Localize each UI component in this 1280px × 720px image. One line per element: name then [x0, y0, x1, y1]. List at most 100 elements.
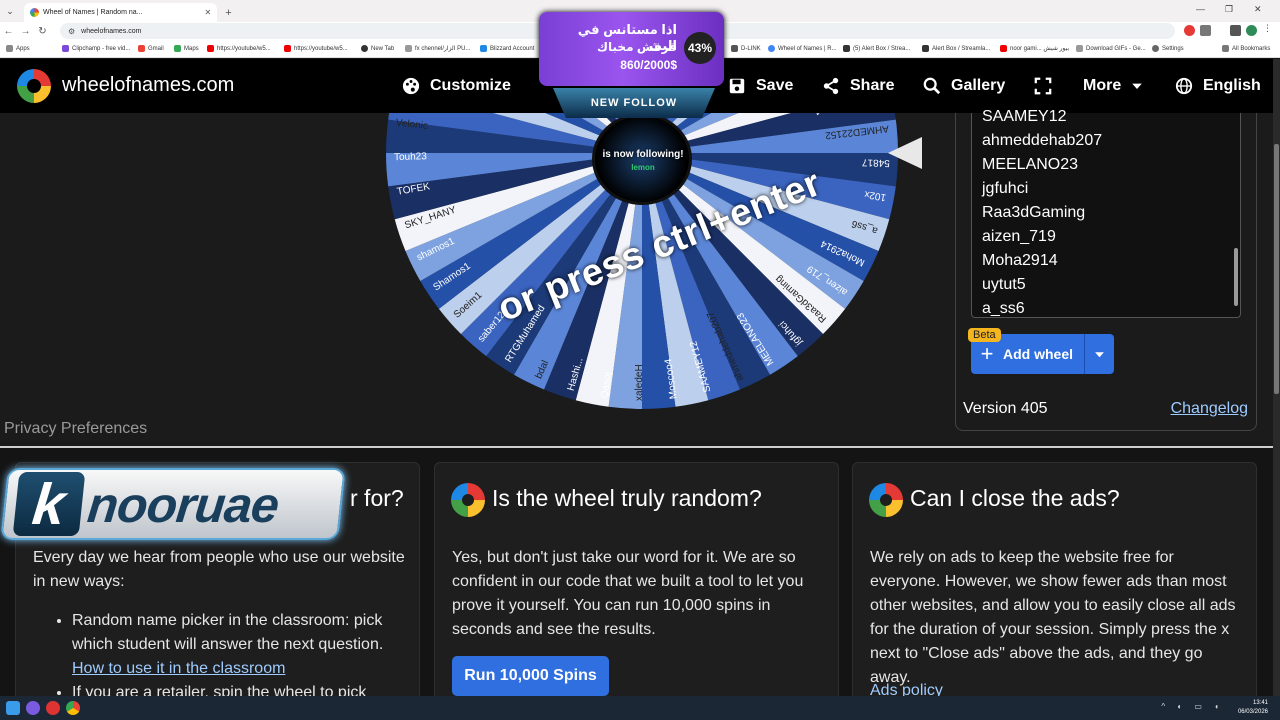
bookmark-all[interactable]: All Bookmarks: [1222, 45, 1270, 52]
page-scrollbar[interactable]: [1273, 59, 1280, 696]
bookmark-youtube-1[interactable]: https://youtube/w5...: [207, 45, 271, 52]
changelog-link[interactable]: Changelog: [1171, 400, 1248, 418]
minimize-icon[interactable]: —: [1196, 4, 1205, 14]
entry-name[interactable]: SAAMEY12: [982, 105, 1240, 129]
classroom-link[interactable]: How to use it in the classroom: [72, 660, 285, 677]
wheel-favicon-icon: [768, 45, 775, 52]
bookmark-apps[interactable]: Apps: [6, 45, 30, 52]
entry-name[interactable]: jgfuhci: [982, 177, 1240, 201]
screen: ⌄ Wheel of Names | Random na... ✕ + — ❐ …: [0, 0, 1280, 720]
page-scrollbar-thumb[interactable]: [1274, 144, 1279, 394]
close-window-icon[interactable]: ✕: [1254, 4, 1262, 15]
app-icon[interactable]: [46, 701, 60, 715]
bookmark-gifs[interactable]: Download GIFs - Ge...: [1076, 45, 1146, 52]
maximize-icon[interactable]: ❐: [1225, 4, 1233, 15]
youtube-icon: [1000, 45, 1007, 52]
share-icon: [823, 77, 839, 95]
entry-name[interactable]: Moha2914: [982, 249, 1240, 273]
gallery-button[interactable]: Gallery: [923, 75, 1005, 97]
wheel-logo-icon[interactable]: [17, 69, 51, 103]
reload-icon[interactable]: ↻: [34, 26, 51, 37]
bookmark-wheel-of-names[interactable]: Wheel of Names | R...: [768, 45, 837, 52]
bookmark-clipchamp[interactable]: Clipchamp - free vid...: [62, 45, 130, 52]
extensions-puzzle-icon[interactable]: [1200, 25, 1211, 36]
bookmark-dlink[interactable]: D-LINK: [731, 45, 761, 52]
site-title[interactable]: wheelofnames.com: [62, 74, 234, 97]
entry-name[interactable]: ahmeddehab207: [982, 129, 1240, 153]
customize-button[interactable]: Customize: [402, 75, 511, 97]
share-button[interactable]: Share: [822, 75, 894, 97]
entry-name[interactable]: aizen_719: [982, 225, 1240, 249]
brand-letter: k: [12, 472, 86, 537]
faq-title-ads: Can I close the ads?: [910, 485, 1120, 511]
faq-body-random: Yes, but don't just take our word for it…: [452, 549, 804, 638]
fullscreen-button[interactable]: [1034, 75, 1052, 97]
bookmark-new-tab[interactable]: New Tab: [361, 45, 394, 52]
bookmark-settings[interactable]: Settings: [1152, 45, 1184, 52]
bookmark-alert-box-1[interactable]: (5) Alert Box / Strea...: [843, 45, 910, 52]
search-icon: [923, 77, 941, 95]
bookmark-alert-box-2[interactable]: Alert Box / Streamla...: [922, 45, 990, 52]
taskbar-clock[interactable]: 13:41 06/03/2026: [1238, 699, 1268, 717]
browser-menu-icon[interactable]: ⋮: [1263, 23, 1274, 34]
forward-icon[interactable]: →: [17, 26, 34, 37]
section-divider: [0, 446, 1273, 448]
entry-name[interactable]: a_ss6: [982, 297, 1240, 321]
streamer-brand-logo: k nooruae: [0, 468, 346, 540]
close-tab-icon[interactable]: ✕: [204, 8, 211, 17]
back-icon[interactable]: ←: [0, 26, 17, 37]
entries-scrollbar[interactable]: [1234, 248, 1238, 306]
page-icon: [1076, 45, 1083, 52]
faq-card-random: Is the wheel truly random? Yes, but don'…: [434, 462, 839, 702]
faq-title-uses: r for?: [350, 485, 404, 511]
tab-title: Wheel of Names | Random na...: [43, 9, 143, 16]
entry-name[interactable]: uytut5: [982, 273, 1240, 297]
beta-badge: Beta: [968, 328, 1001, 342]
browser-tab[interactable]: Wheel of Names | Random na... ✕: [24, 3, 218, 22]
bookmark-blizzard[interactable]: Blizzard Account: [480, 45, 534, 52]
extension-icon[interactable]: [1184, 25, 1195, 36]
streamlabs-icon: [843, 45, 850, 52]
donation-goal-percent: 43%: [684, 32, 716, 64]
globe-icon: [1175, 77, 1193, 95]
wheel-center-follow-text: is now following!: [602, 149, 684, 160]
windows-start-icon[interactable]: [6, 701, 20, 715]
wheel-label: 54817: [861, 156, 890, 168]
downloads-icon[interactable]: [1230, 25, 1241, 36]
save-button[interactable]: Save: [728, 75, 793, 97]
profile-avatar[interactable]: [1246, 25, 1257, 36]
clipchamp-icon: [62, 45, 69, 52]
faq-body-uses: Every day we hear from people who use ou…: [33, 549, 405, 590]
language-button[interactable]: English: [1175, 75, 1261, 97]
folder-icon: [1222, 45, 1229, 52]
plus-icon: +: [980, 341, 994, 366]
more-menu-button[interactable]: More: [1083, 75, 1143, 97]
entries-textarea[interactable]: SAAMEY12 ahmeddehab207 MEELANO23 jgfuhci…: [971, 108, 1241, 318]
donation-goal-overlay: اذا مستانس في البث قرقش مخباك 860/2000$ …: [539, 12, 724, 86]
tab-search-icon[interactable]: ⌄: [0, 0, 20, 22]
new-tab-icon[interactable]: +: [225, 7, 231, 19]
add-wheel-dropdown[interactable]: [1084, 334, 1114, 374]
bookmark-chennel[interactable]: fx chennel/الزار PU...: [405, 45, 470, 52]
bookmark-noor-gaming[interactable]: noor gami... بيور شيش: [1000, 45, 1069, 52]
bookmark-gmail[interactable]: Gmail: [138, 45, 164, 52]
chrome-icon[interactable]: [66, 701, 80, 715]
entry-name[interactable]: Raa3dGaming: [982, 201, 1240, 225]
faq-card-ads: Can I close the ads? We rely on ads to k…: [852, 462, 1257, 702]
wheel-label: xaledeH: [634, 364, 645, 401]
entries-list: SAAMEY12 ahmeddehab207 MEELANO23 jgfuhci…: [972, 105, 1240, 321]
wheel-container[interactable]: AhmedHisham1AHMED2215254817102xa_ss6Moha…: [384, 113, 898, 409]
entry-name[interactable]: MEELANO23: [982, 153, 1240, 177]
discord-icon[interactable]: [26, 701, 40, 715]
run-spins-button[interactable]: Run 10,000 Spins: [452, 656, 609, 696]
bookmark-maps[interactable]: Maps: [174, 45, 199, 52]
youtube-icon: [207, 45, 214, 52]
system-tray[interactable]: ^ ◐ ▭ ◖: [1161, 702, 1224, 711]
gmail-icon: [138, 45, 145, 52]
fullscreen-icon: [1034, 77, 1052, 95]
bookmark-youtube-2[interactable]: https://youtube/w5...: [284, 45, 348, 52]
donation-goal-subtitle: قرقش مخباك: [597, 40, 677, 54]
main-area: AhmedHisham1AHMED2215254817102xa_ss6Moha…: [0, 108, 1273, 446]
privacy-preferences-link[interactable]: Privacy Preferences: [4, 420, 147, 438]
site-info-icon[interactable]: ⚙: [68, 27, 75, 36]
